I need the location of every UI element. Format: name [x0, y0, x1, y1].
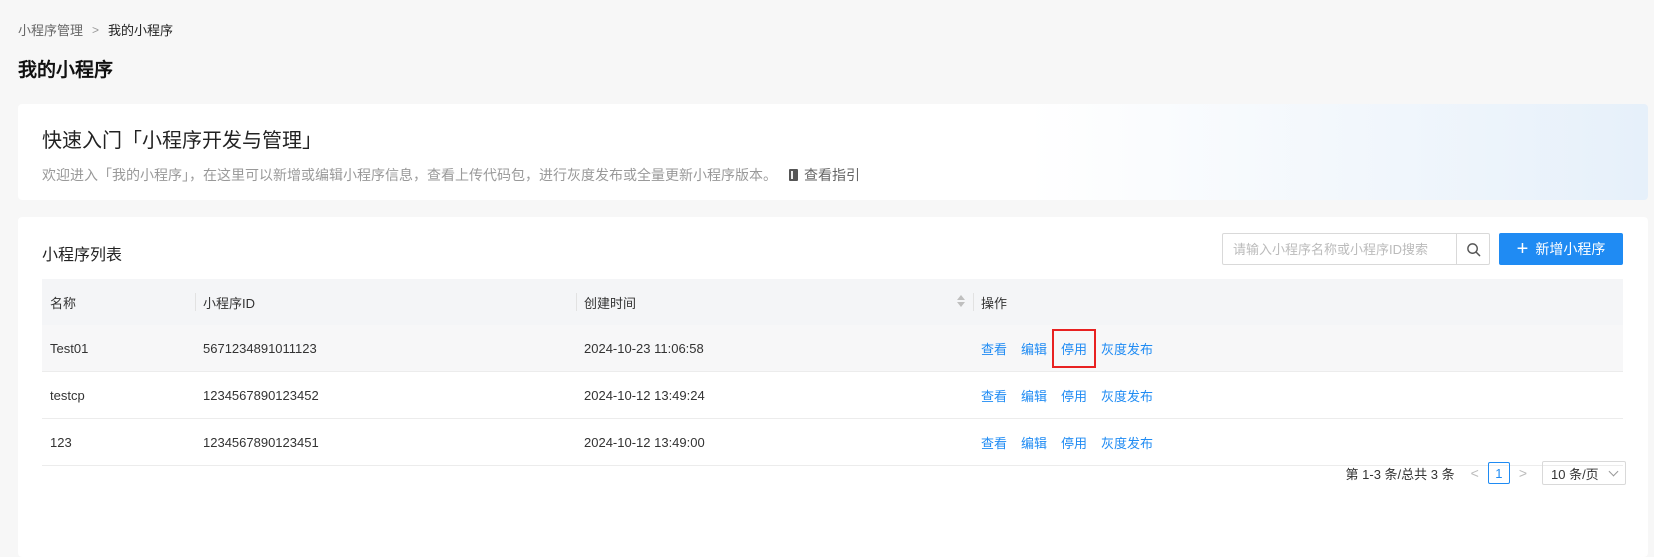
row-id: 5671234891011123 — [195, 325, 576, 372]
intro-title: 快速入门「小程序开发与管理」 — [42, 130, 322, 152]
table-header-row: 名称 小程序ID 创建时间 操作 — [42, 279, 1623, 325]
column-header-actions: 操作 — [973, 279, 1623, 325]
row-name: testcp — [42, 371, 195, 419]
prev-page-button[interactable]: < — [1471, 465, 1479, 481]
page-title: 我的小程序 — [18, 60, 114, 81]
column-header-created[interactable]: 创建时间 — [576, 279, 973, 325]
row-id: 1234567890123451 — [195, 418, 576, 466]
view-guide-link[interactable]: 查看指引 — [789, 165, 860, 185]
table-row: 123 1234567890123451 2024-10-12 13:49:00… — [42, 418, 1623, 466]
gray-release-button[interactable]: 灰度发布 — [1101, 386, 1153, 405]
view-button[interactable]: 查看 — [981, 339, 1007, 358]
mini-program-list-card: 小程序列表 + 新增小程序 名称 小程序ID 创建时间 操作 — [18, 217, 1648, 557]
mini-program-table: 名称 小程序ID 创建时间 操作 Test01 5671234891011123… — [42, 279, 1623, 466]
breadcrumb-separator: > — [92, 22, 100, 37]
sort-icon[interactable] — [957, 295, 965, 307]
row-actions: 查看 编辑 停用 灰度发布 — [973, 418, 1623, 466]
row-name: 123 — [42, 418, 195, 466]
book-icon — [789, 169, 798, 181]
search-button[interactable] — [1456, 234, 1489, 264]
breadcrumb-root[interactable]: 小程序管理 — [18, 20, 83, 39]
intro-card: 快速入门「小程序开发与管理」 欢迎进入「我的小程序」，在这里可以新增或编辑小程序… — [18, 104, 1648, 200]
table-row: Test01 5671234891011123 2024-10-23 11:06… — [42, 325, 1623, 372]
row-actions: 查看 编辑 停用 灰度发布 — [973, 371, 1623, 419]
view-button[interactable]: 查看 — [981, 386, 1007, 405]
pagination-summary: 第 1-3 条/总共 3 条 — [1345, 466, 1455, 482]
row-id: 1234567890123452 — [195, 371, 576, 419]
plus-icon: + — [1516, 238, 1529, 260]
gray-release-button[interactable]: 灰度发布 — [1101, 339, 1153, 358]
view-button[interactable]: 查看 — [981, 433, 1007, 452]
pagination: 第 1-3 条/总共 3 条 < 1 > 10 条/页 — [1346, 461, 1626, 485]
row-created: 2024-10-12 13:49:00 — [576, 418, 973, 466]
page-size-label: 10 条/页 — [1551, 466, 1599, 482]
intro-description: 欢迎进入「我的小程序」，在这里可以新增或编辑小程序信息，查看上传代码包，进行灰度… — [42, 165, 860, 185]
page-number-1[interactable]: 1 — [1487, 462, 1510, 484]
disable-button[interactable]: 停用 — [1052, 328, 1097, 368]
intro-description-text: 欢迎进入「我的小程序」，在这里可以新增或编辑小程序信息，查看上传代码包，进行灰度… — [42, 167, 777, 183]
breadcrumb: 小程序管理 > 我的小程序 — [18, 20, 173, 39]
page-size-select[interactable]: 10 条/页 — [1542, 461, 1626, 485]
search-input[interactable] — [1223, 234, 1456, 264]
gray-release-button[interactable]: 灰度发布 — [1101, 433, 1153, 452]
disable-button[interactable]: 停用 — [1061, 386, 1087, 405]
add-mini-program-label: 新增小程序 — [1535, 241, 1606, 257]
add-mini-program-button[interactable]: + 新增小程序 — [1499, 233, 1623, 265]
row-name: Test01 — [42, 325, 195, 372]
edit-button[interactable]: 编辑 — [1021, 433, 1047, 452]
next-page-button[interactable]: > — [1519, 465, 1527, 481]
edit-button[interactable]: 编辑 — [1021, 386, 1047, 405]
column-header-name: 名称 — [42, 279, 195, 325]
disable-button[interactable]: 停用 — [1061, 433, 1087, 452]
chevron-down-icon — [1608, 466, 1619, 477]
list-title: 小程序列表 — [42, 247, 123, 264]
view-guide-label: 查看指引 — [804, 167, 860, 183]
row-actions: 查看 编辑 停用 灰度发布 — [973, 325, 1623, 372]
search-box — [1222, 233, 1490, 265]
column-header-id: 小程序ID — [195, 279, 576, 325]
search-icon — [1466, 242, 1480, 256]
edit-button[interactable]: 编辑 — [1021, 339, 1047, 358]
table-row: testcp 1234567890123452 2024-10-12 13:49… — [42, 371, 1623, 419]
breadcrumb-current: 我的小程序 — [108, 23, 174, 38]
row-created: 2024-10-12 13:49:24 — [576, 371, 973, 419]
row-created: 2024-10-23 11:06:58 — [576, 325, 973, 372]
